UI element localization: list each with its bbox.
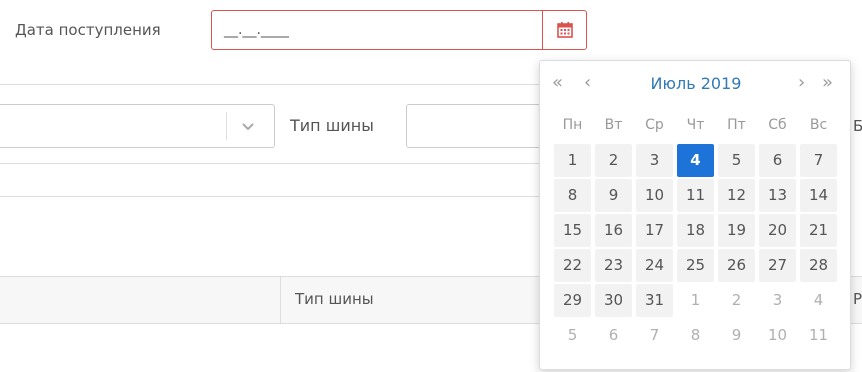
- calendar-day[interactable]: 22: [554, 249, 591, 282]
- filter-select[interactable]: [0, 104, 275, 148]
- calendar-day[interactable]: 11: [677, 179, 714, 212]
- weekday-header: Пн: [562, 117, 583, 133]
- next-month-button[interactable]: ›: [798, 73, 805, 93]
- calendar-day[interactable]: 20: [759, 214, 796, 247]
- calendar-day-other-month[interactable]: 5: [554, 319, 591, 352]
- calendar-day-other-month[interactable]: 9: [718, 319, 755, 352]
- calendar-day[interactable]: 5: [718, 144, 755, 177]
- divider: [0, 163, 540, 164]
- divider: [0, 196, 540, 197]
- calendar-day[interactable]: 14: [800, 179, 837, 212]
- calendar-day[interactable]: 25: [677, 249, 714, 282]
- calendar-day[interactable]: 15: [554, 214, 591, 247]
- date-received-label: Дата поступления: [15, 21, 161, 39]
- table-column-separator: [280, 276, 281, 324]
- cutoff-header: Р: [853, 290, 862, 308]
- calendar-day[interactable]: 9: [595, 179, 632, 212]
- calendar-day[interactable]: 10: [636, 179, 673, 212]
- calendar-day[interactable]: 7: [800, 144, 837, 177]
- weekday-header: Вт: [604, 117, 623, 133]
- calendar-day-other-month[interactable]: 6: [595, 319, 632, 352]
- table-header-tire-type[interactable]: Тип шины: [295, 290, 374, 308]
- chevron-down-icon[interactable]: [240, 118, 256, 134]
- calendar-day[interactable]: 23: [595, 249, 632, 282]
- calendar-day[interactable]: 18: [677, 214, 714, 247]
- calendar-day[interactable]: 17: [636, 214, 673, 247]
- calendar-day-other-month[interactable]: 8: [677, 319, 714, 352]
- weekday-header: Сб: [768, 117, 787, 133]
- weekday-header: Пт: [727, 117, 746, 133]
- calendar-day-other-month[interactable]: 3: [759, 284, 796, 317]
- calendar-day[interactable]: 6: [759, 144, 796, 177]
- calendar-day-other-month[interactable]: 10: [759, 319, 796, 352]
- calendar-day-other-month[interactable]: 11: [800, 319, 837, 352]
- calendar-day-other-month[interactable]: 4: [800, 284, 837, 317]
- calendar-button[interactable]: [542, 10, 587, 50]
- next-year-button[interactable]: »: [822, 73, 833, 93]
- calendar-day-selected[interactable]: 4: [677, 144, 714, 177]
- calendar-day[interactable]: 19: [718, 214, 755, 247]
- calendar-day[interactable]: 8: [554, 179, 591, 212]
- datepicker-popup: « ‹ Июль 2019 › » Пн Вт Ср Чт Пт Сб Вс 1 2 3 4 5 6 7 8…: [539, 60, 851, 370]
- calendar-day[interactable]: 16: [595, 214, 632, 247]
- tire-type-label: Тип шины: [290, 116, 374, 135]
- calendar-day[interactable]: 31: [636, 284, 673, 317]
- calendar-day[interactable]: 29: [554, 284, 591, 317]
- select-divider: [226, 112, 227, 140]
- divider: [0, 84, 540, 85]
- calendar-day[interactable]: 28: [800, 249, 837, 282]
- calendar-day[interactable]: 24: [636, 249, 673, 282]
- calendar-icon: [556, 22, 573, 38]
- weekday-header: Чт: [686, 117, 705, 133]
- calendar-day[interactable]: 30: [595, 284, 632, 317]
- calendar-day-other-month[interactable]: 7: [636, 319, 673, 352]
- calendar-day[interactable]: 26: [718, 249, 755, 282]
- calendar-day[interactable]: 13: [759, 179, 796, 212]
- weekday-header: Ср: [645, 117, 664, 133]
- calendar-day[interactable]: 3: [636, 144, 673, 177]
- calendar-day-other-month[interactable]: 1: [677, 284, 714, 317]
- calendar-day-other-month[interactable]: 2: [718, 284, 755, 317]
- calendar-day[interactable]: 12: [718, 179, 755, 212]
- cutoff-label: Б: [853, 117, 862, 135]
- weekday-header: Вс: [809, 117, 828, 133]
- calendar-grid: Пн Вт Ср Чт Пт Сб Вс 1 2 3 4 5 6 7 8 9 10 11 12 13 14 15 16 17 1…: [552, 109, 839, 352]
- date-received-input[interactable]: __.__.____: [211, 10, 542, 50]
- calendar-day[interactable]: 2: [595, 144, 632, 177]
- calendar-day[interactable]: 27: [759, 249, 796, 282]
- calendar-day[interactable]: 21: [800, 214, 837, 247]
- calendar-day[interactable]: 1: [554, 144, 591, 177]
